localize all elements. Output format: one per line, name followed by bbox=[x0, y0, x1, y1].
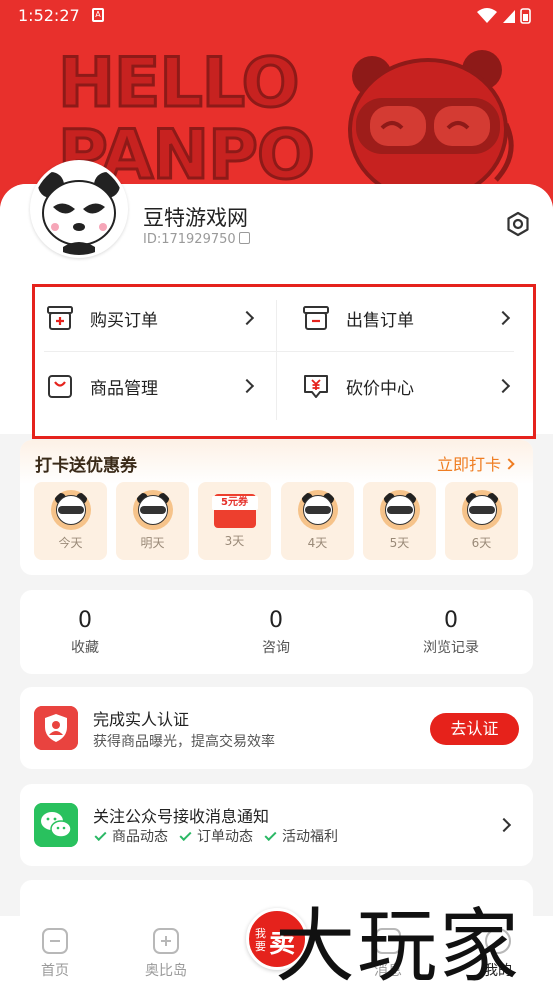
panda-reward-icon bbox=[379, 490, 420, 530]
stats-card: 0 收藏 0 咨询 0 浏览记录 bbox=[20, 590, 533, 674]
panda-reward-icon bbox=[50, 490, 91, 530]
panda-avatar-icon bbox=[33, 163, 125, 255]
user-id: ID:171929750 bbox=[143, 232, 250, 247]
wechat-tag: 商品动态 bbox=[94, 826, 168, 846]
panda-reward-icon bbox=[132, 490, 173, 530]
status-time: 1:52:27 bbox=[18, 6, 80, 25]
wechat-icon bbox=[34, 803, 78, 847]
chevron-right-icon bbox=[496, 817, 512, 833]
day-label: 4天 bbox=[307, 536, 328, 550]
history-stat[interactable]: 0 浏览记录 bbox=[386, 608, 516, 657]
verification-card: 完成实人认证 获得商品曝光，提高交易效率 去认证 bbox=[20, 687, 533, 769]
copy-icon[interactable] bbox=[238, 232, 250, 244]
verified-user-icon bbox=[34, 706, 78, 750]
check-icon bbox=[264, 828, 277, 842]
wechat-tag: 活动福利 bbox=[264, 826, 338, 846]
day-label: 今天 bbox=[58, 536, 83, 550]
username: 豆特游戏网 bbox=[143, 206, 248, 230]
inquiries-stat[interactable]: 0 咨询 bbox=[211, 608, 341, 657]
favorites-stat[interactable]: 0 收藏 bbox=[20, 608, 150, 657]
check-icon bbox=[179, 828, 192, 842]
checkin-title: 打卡送优惠券 bbox=[35, 456, 137, 476]
tab-label: 奥比岛 bbox=[145, 963, 187, 979]
verify-subtitle: 获得商品曝光，提高交易效率 bbox=[93, 734, 275, 750]
check-icon bbox=[94, 828, 107, 842]
tab-aobi-island[interactable]: 奥比岛 bbox=[126, 928, 206, 980]
settings-icon[interactable] bbox=[505, 211, 531, 237]
day-label: 5天 bbox=[389, 536, 410, 550]
highlight-box bbox=[32, 284, 536, 439]
checkin-now-button[interactable]: 立即打卡 bbox=[436, 451, 515, 475]
checkin-day[interactable]: 明天 bbox=[116, 482, 189, 560]
coupon-icon: 5元券 bbox=[211, 494, 258, 528]
sell-small-label: 我要 bbox=[255, 927, 266, 953]
tab-label: 首页 bbox=[41, 963, 69, 979]
wechat-follow-card[interactable]: 关注公众号接收消息通知 商品动态 订单动态 活动福利 bbox=[20, 784, 533, 866]
stat-label: 咨询 bbox=[262, 640, 290, 656]
panda-reward-icon bbox=[461, 490, 502, 530]
wechat-tag: 订单动态 bbox=[179, 826, 253, 846]
notification-app-icon: A bbox=[92, 8, 104, 22]
verify-button[interactable]: 去认证 bbox=[430, 713, 519, 745]
wechat-tags: 商品动态 订单动态 活动福利 bbox=[94, 826, 338, 846]
checkin-card: 打卡送优惠券 立即打卡 今天 明天 5元券 3天 4天 5天 6天 bbox=[20, 440, 533, 575]
verify-title: 完成实人认证 bbox=[93, 710, 190, 729]
stat-value: 0 bbox=[269, 608, 283, 633]
system-status-icons bbox=[477, 8, 531, 24]
checkin-day[interactable]: 4天 bbox=[281, 482, 354, 560]
status-bar: 1:52:27 A bbox=[0, 0, 553, 32]
stat-label: 收藏 bbox=[71, 640, 99, 656]
user-id-text: ID:171929750 bbox=[143, 232, 236, 247]
checkin-day[interactable]: 5元券 3天 bbox=[198, 482, 271, 560]
coupon-text: 5元券 bbox=[211, 496, 258, 510]
watermark: 大玩家 bbox=[275, 900, 521, 983]
day-label: 3天 bbox=[224, 534, 245, 548]
panda-reward-icon bbox=[297, 490, 338, 530]
tab-home[interactable]: 首页 bbox=[15, 928, 95, 980]
avatar[interactable] bbox=[30, 160, 128, 258]
checkin-day[interactable]: 6天 bbox=[445, 482, 518, 560]
home-icon bbox=[42, 928, 68, 954]
stat-label: 浏览记录 bbox=[423, 640, 479, 656]
checkin-day[interactable]: 5天 bbox=[363, 482, 436, 560]
stat-value: 0 bbox=[78, 608, 92, 633]
day-label: 6天 bbox=[471, 536, 492, 550]
wechat-title: 关注公众号接收消息通知 bbox=[93, 807, 270, 826]
checkin-day[interactable]: 今天 bbox=[34, 482, 107, 560]
chevron-right-icon bbox=[503, 458, 515, 470]
checkin-now-label: 立即打卡 bbox=[436, 455, 501, 474]
plus-square-icon bbox=[153, 928, 179, 954]
stat-value: 0 bbox=[444, 608, 458, 633]
day-label: 明天 bbox=[140, 536, 165, 550]
